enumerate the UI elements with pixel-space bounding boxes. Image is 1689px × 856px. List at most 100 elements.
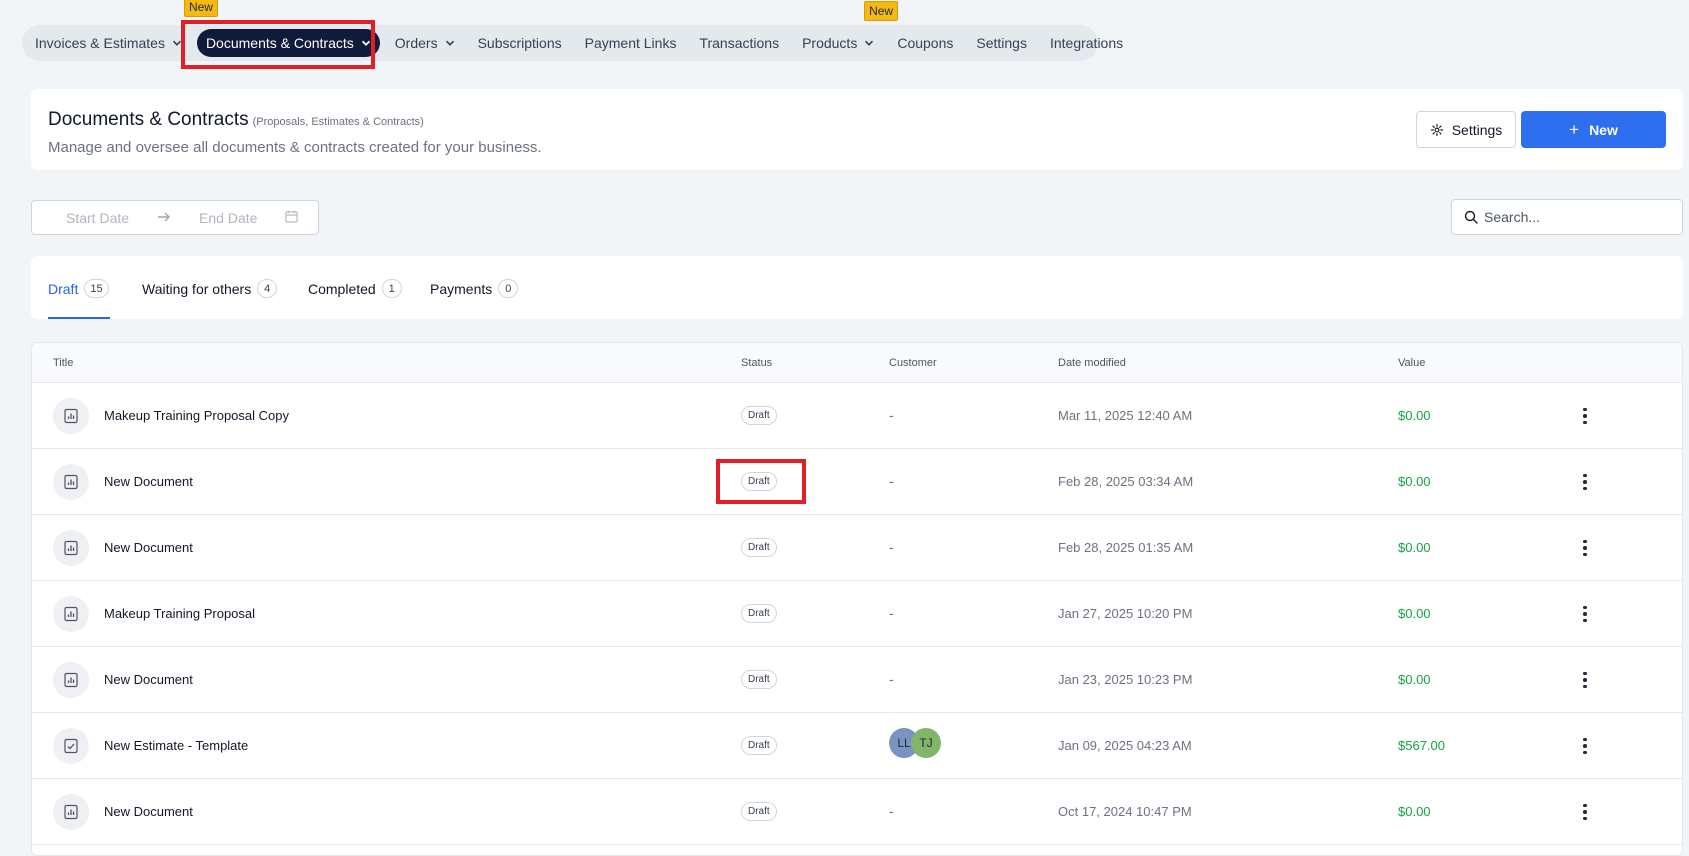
page-title: Documents & Contracts (Proposals, Estimat… [48, 109, 424, 131]
page-header: Documents & Contracts (Proposals, Estimat… [31, 89, 1683, 170]
document-title[interactable]: New Document [104, 474, 193, 489]
nav-label: Subscriptions [477, 35, 562, 51]
customer-cell: - [889, 473, 894, 489]
tab-completed[interactable]: Completed 1 [308, 279, 402, 298]
tab-count-badge: 1 [381, 279, 402, 298]
page-description: Manage and oversee all documents & contr… [48, 139, 542, 156]
nav-payment-links[interactable]: Payment Links [585, 35, 677, 51]
table-row[interactable]: New Document Draft - Feb 28, 2025 03:34 AM $… [32, 449, 1682, 515]
document-title[interactable]: Makeup Training Proposal Copy [104, 408, 289, 423]
chart-doc-icon [53, 398, 89, 434]
document-title[interactable]: Makeup Training Proposal [104, 606, 255, 621]
search-icon [1464, 210, 1478, 224]
value-cell: $567.00 [1398, 738, 1445, 753]
more-options-icon[interactable] [1579, 603, 1591, 625]
table-row[interactable]: New Document Draft - Oct 17, 2024 10:47 PM $… [32, 779, 1682, 845]
chevron-down-icon [865, 40, 874, 46]
nav-label: Transactions [699, 35, 780, 51]
nav-integrations[interactable]: Integrations [1050, 35, 1123, 51]
more-options-icon[interactable] [1579, 537, 1591, 559]
customer-cell: - [889, 803, 894, 819]
column-header-customer[interactable]: Customer [889, 357, 937, 369]
nav-orders[interactable]: Orders [395, 35, 455, 51]
column-header-value[interactable]: Value [1398, 357, 1425, 369]
status-badge: Draft [741, 670, 777, 689]
search-box[interactable] [1451, 199, 1683, 235]
column-header-date-modified[interactable]: Date modified [1058, 357, 1126, 369]
more-options-icon[interactable] [1579, 669, 1591, 691]
end-date-field[interactable]: End Date [199, 210, 257, 226]
date-modified-cell: Feb 28, 2025 01:35 AM [1058, 540, 1194, 555]
nav-label: Payment Links [584, 35, 677, 51]
value-cell: $0.00 [1398, 804, 1431, 819]
date-modified-cell: Mar 11, 2025 12:40 AM [1058, 408, 1193, 423]
table-row[interactable]: Makeup Training Proposal Draft - Jan 27, 20… [32, 581, 1682, 647]
page-subtitle: (Proposals, Estimates & Contracts) [252, 116, 424, 128]
tab-draft[interactable]: Draft 15 [48, 279, 109, 298]
more-options-icon[interactable] [1579, 735, 1591, 757]
date-modified-cell: Oct 17, 2024 10:47 PM [1058, 804, 1192, 819]
customer-cell: - [889, 605, 894, 621]
status-badge: Draft [741, 406, 777, 425]
document-title[interactable]: New Estimate - Template [104, 738, 248, 753]
search-input[interactable] [1484, 209, 1674, 225]
chart-doc-icon [53, 530, 89, 566]
highlight-box-status [716, 459, 806, 504]
table-row[interactable]: New Estimate - Template Draft LL TJ Jan 09, … [32, 713, 1682, 779]
table-header: Title Status Customer Date modified Valu… [32, 343, 1682, 383]
column-header-status[interactable]: Status [741, 357, 772, 369]
more-options-icon[interactable] [1579, 405, 1591, 427]
date-range-picker[interactable]: Start Date End Date [31, 200, 319, 235]
nav-settings[interactable]: Settings [976, 35, 1027, 51]
arrow-right-icon [157, 210, 171, 226]
table-row[interactable]: Makeup Training Proposal Copy Draft - Mar 1… [32, 383, 1682, 449]
nav-transactions[interactable]: Transactions [699, 35, 779, 51]
document-title[interactable]: New Document [104, 672, 193, 687]
settings-button-label: Settings [1451, 121, 1503, 138]
plus-icon: + [1569, 119, 1580, 139]
nav-subscriptions[interactable]: Subscriptions [478, 35, 562, 51]
tab-count-badge: 0 [498, 279, 519, 298]
page-title-text: Documents & Contracts [48, 109, 249, 130]
status-tabs: Draft 15 Waiting for others 4 Completed … [31, 256, 1683, 319]
date-modified-cell: Jan 27, 2025 10:20 PM [1058, 606, 1193, 621]
documents-table: Title Status Customer Date modified Valu… [31, 342, 1683, 856]
chevron-down-icon [445, 40, 454, 46]
start-date-field[interactable]: Start Date [66, 210, 129, 226]
nav-invoices-estimates[interactable]: Invoices & Estimates [35, 35, 182, 51]
calendar-icon [285, 210, 299, 226]
more-options-icon[interactable] [1579, 801, 1591, 823]
avatar: TJ [911, 728, 941, 758]
tab-label: Payments [430, 280, 493, 297]
nav-label: Settings [976, 35, 1027, 51]
status-badge: Draft [741, 736, 777, 755]
column-header-title[interactable]: Title [53, 357, 73, 369]
checklist-doc-icon [53, 728, 89, 764]
new-button[interactable]: + New [1521, 111, 1666, 148]
value-cell: $0.00 [1398, 672, 1431, 687]
tab-payments[interactable]: Payments 0 [430, 279, 519, 298]
document-title[interactable]: New Document [104, 540, 193, 555]
tab-waiting-for-others[interactable]: Waiting for others 4 [142, 279, 278, 298]
status-badge: Draft [741, 538, 777, 557]
value-cell: $0.00 [1398, 606, 1431, 621]
customer-cell: - [889, 539, 894, 555]
table-row[interactable]: New Document Draft - Feb 28, 2025 01:35 AM $… [32, 515, 1682, 581]
status-badge: Draft [741, 604, 777, 623]
more-options-icon[interactable] [1579, 471, 1591, 493]
document-title[interactable]: New Document [104, 804, 193, 819]
nav-label: Invoices & Estimates [35, 35, 165, 51]
tab-count-badge: 15 [84, 279, 109, 298]
value-cell: $0.00 [1398, 474, 1431, 489]
active-tab-underline [48, 317, 110, 319]
date-modified-cell: Jan 23, 2025 10:23 PM [1058, 672, 1193, 687]
customer-cell: - [889, 671, 894, 687]
table-row[interactable]: New Document Draft - Jan 23, 2025 10:23 PM $… [32, 647, 1682, 713]
nav-products[interactable]: New Products [802, 1, 899, 51]
chart-doc-icon [53, 662, 89, 698]
chart-doc-icon [53, 794, 89, 830]
date-modified-cell: Jan 09, 2025 04:23 AM [1058, 738, 1192, 753]
chart-doc-icon [53, 464, 89, 500]
settings-button[interactable]: Settings [1416, 111, 1516, 148]
nav-coupons[interactable]: Coupons [897, 35, 953, 51]
